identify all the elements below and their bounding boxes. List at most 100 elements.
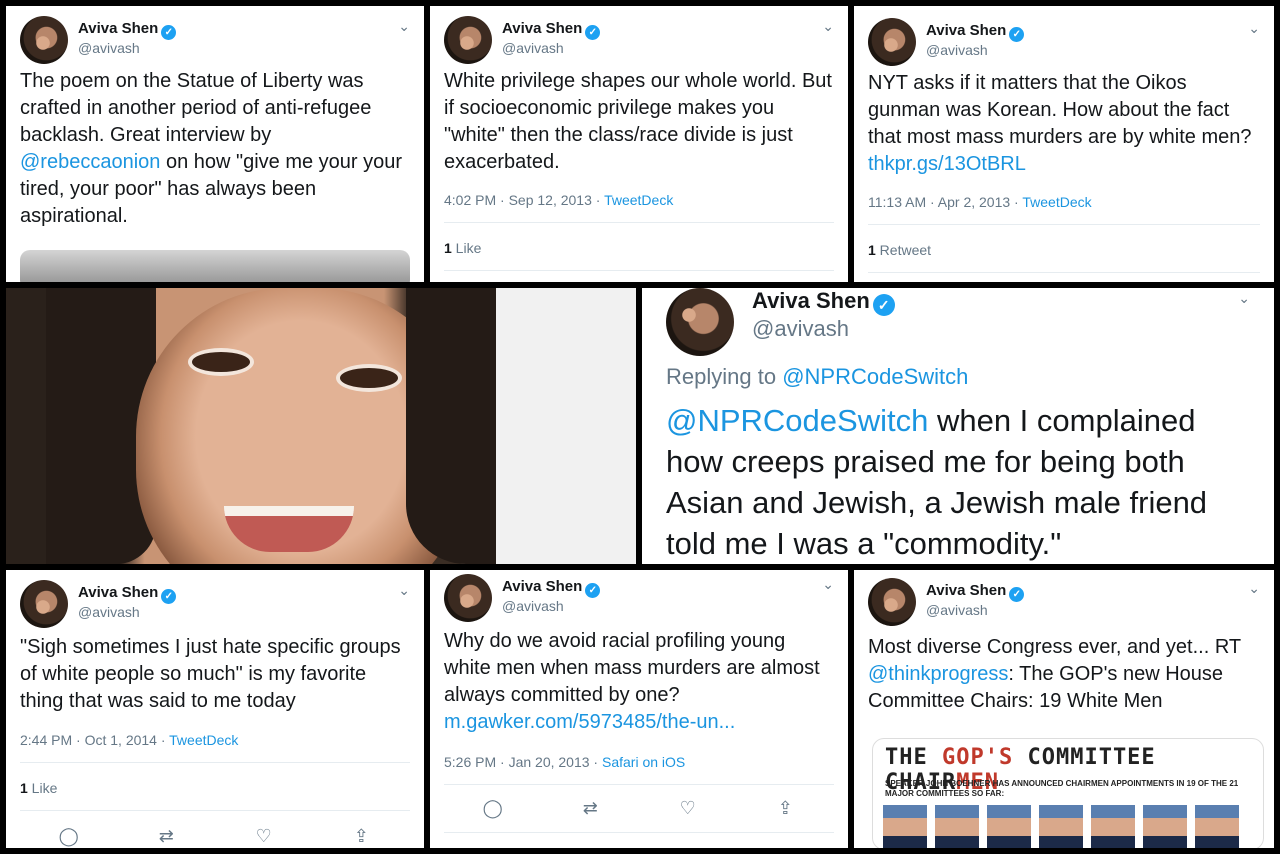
source-link[interactable]: TweetDeck <box>604 192 673 208</box>
avatar[interactable] <box>444 574 492 622</box>
hair <box>406 288 496 564</box>
author-name[interactable]: Aviva Shen ✓ <box>502 20 601 40</box>
heart-icon[interactable]: ♡ <box>676 796 700 820</box>
left-eye <box>188 348 254 376</box>
retweets-count[interactable]: 1 Retweet <box>868 242 931 258</box>
tweet-header: Aviva Shen ✓ @avivash ⌄ <box>444 574 834 624</box>
chevron-down-icon[interactable]: ⌄ <box>822 576 834 593</box>
avatar[interactable] <box>444 16 492 64</box>
tweet-card-3[interactable]: Aviva Shen ✓ @avivash ⌄ NYT asks if it ma… <box>854 6 1274 282</box>
mention-link[interactable]: @rebeccaonion <box>20 151 160 173</box>
likes-count[interactable]: 1 Like <box>444 240 481 256</box>
portrait <box>1091 805 1135 848</box>
portrait <box>1039 805 1083 848</box>
tweet-text: The poem on the Statue of Liberty was cr… <box>20 70 403 227</box>
author-handle[interactable]: @avivash <box>78 604 140 620</box>
tweet-header: Aviva Shen ✓ @avivash ⌄ <box>444 16 834 66</box>
avatar[interactable] <box>868 18 916 66</box>
image-subtitle: SPEAKER JOHN BOEHNER HAS ANNOUNCED CHAIR… <box>885 779 1239 798</box>
tweet-card-5[interactable]: Aviva Shen ✓ @avivash ⌄ "Sigh sometimes I… <box>6 570 424 848</box>
author-handle[interactable]: @avivash <box>78 40 140 56</box>
tweet-timestamp: 5:26 PM · Jan 20, 2013 · Safari on iOS <box>444 754 686 770</box>
retweet-icon[interactable]: ⇄ <box>154 824 178 848</box>
chevron-down-icon[interactable]: ⌄ <box>398 18 410 35</box>
author-handle[interactable]: @avivash <box>502 598 564 614</box>
retweet-icon[interactable]: ⇄ <box>578 796 602 820</box>
replying-to-link[interactable]: @NPRCodeSwitch <box>782 364 968 389</box>
chevron-down-icon[interactable]: ⌄ <box>1238 290 1250 307</box>
chevron-down-icon[interactable]: ⌄ <box>822 18 834 35</box>
likes-count[interactable]: 1 Like <box>20 780 57 796</box>
avatar[interactable] <box>20 580 68 628</box>
heart-icon[interactable]: ♡ <box>252 824 276 848</box>
mention-link[interactable]: @NPRCodeSwitch <box>666 403 928 438</box>
avatar[interactable] <box>868 578 916 626</box>
author-name[interactable]: Aviva Shen ✓ <box>502 578 601 598</box>
divider <box>444 270 834 271</box>
right-eye <box>336 364 402 392</box>
divider <box>20 810 410 811</box>
reply-icon[interactable]: ◯ <box>57 824 81 848</box>
source-link[interactable]: Safari on iOS <box>602 754 685 770</box>
tweet-card-2[interactable]: Aviva Shen ✓ @avivash ⌄ White privilege s… <box>430 6 848 282</box>
verified-check-icon: ✓ <box>585 25 601 40</box>
tweet-card-1[interactable]: Aviva Shen ✓ @avivash ⌄ The poem on the S… <box>6 6 424 282</box>
tweet-header: Aviva Shen ✓ @avivash ⌄ <box>20 16 410 66</box>
source-link[interactable]: TweetDeck <box>1022 194 1091 210</box>
divider <box>868 272 1260 273</box>
avatar[interactable] <box>666 288 734 356</box>
divider <box>444 784 834 785</box>
chevron-down-icon[interactable]: ⌄ <box>398 582 410 599</box>
action-bar: ◯ ⇄ ♡ ⇪ <box>444 796 834 820</box>
verified-check-icon: ✓ <box>161 25 177 40</box>
author-handle[interactable]: @avivash <box>926 602 988 618</box>
verified-check-icon: ✓ <box>161 589 177 604</box>
divider <box>20 762 410 763</box>
author-handle[interactable]: @avivash <box>502 40 564 56</box>
tweet-text: NYT asks if it matters that the Oikos gu… <box>868 72 1252 175</box>
share-icon[interactable]: ⇪ <box>349 824 373 848</box>
tweet-image[interactable] <box>20 250 410 282</box>
tweet-text: Most diverse Congress ever, and yet... R… <box>868 636 1241 712</box>
reply-icon[interactable]: ◯ <box>481 796 505 820</box>
portrait-row <box>883 805 1257 848</box>
author-name[interactable]: Aviva Shen ✓ <box>78 584 177 604</box>
tweet-timestamp: 2:44 PM · Oct 1, 2014 · TweetDeck <box>20 732 239 748</box>
source-link[interactable]: TweetDeck <box>169 732 238 748</box>
tweet-card-7[interactable]: Aviva Shen ✓ @avivash ⌄ Most diverse Cong… <box>854 570 1274 848</box>
portrait <box>1195 805 1239 848</box>
tweet-text: @NPRCodeSwitch when I complained how cre… <box>666 403 1208 561</box>
author-handle[interactable]: @avivash <box>752 316 849 342</box>
verified-check-icon: ✓ <box>1009 587 1025 602</box>
tweet-card-6[interactable]: Aviva Shen ✓ @avivash ⌄ Why do we avoid r… <box>430 570 848 848</box>
author-name[interactable]: Aviva Shen ✓ <box>752 288 895 316</box>
short-link[interactable]: m.gawker.com/5973485/the-un... <box>444 711 735 733</box>
verified-check-icon: ✓ <box>585 583 601 598</box>
avatar[interactable] <box>20 16 68 64</box>
portrait-photo <box>6 288 636 564</box>
short-link[interactable]: thkpr.gs/13OtBRL <box>868 153 1026 175</box>
author-name[interactable]: Aviva Shen ✓ <box>78 20 177 40</box>
portrait <box>987 805 1031 848</box>
share-icon[interactable]: ⇪ <box>773 796 797 820</box>
divider <box>444 832 834 833</box>
portrait <box>1143 805 1187 848</box>
author-handle[interactable]: @avivash <box>926 42 988 58</box>
tweet-text: Why do we avoid racial profiling young w… <box>444 630 820 733</box>
portrait <box>883 805 927 848</box>
portrait <box>935 805 979 848</box>
tweet-image[interactable]: THE GOP'S COMMITTEE CHAIRMEN SPEAKER JOH… <box>872 738 1264 848</box>
author-name[interactable]: Aviva Shen ✓ <box>926 22 1025 42</box>
chevron-down-icon[interactable]: ⌄ <box>1248 20 1260 37</box>
tweet-text: "Sigh sometimes I just hate specific gro… <box>20 636 401 712</box>
verified-check-icon: ✓ <box>872 294 895 316</box>
tweet-header: Aviva Shen ✓ @avivash ⌄ <box>868 18 1260 68</box>
tweet-card-4[interactable]: Aviva Shen ✓ @avivash ⌄ Replying to @NPRC… <box>642 288 1274 564</box>
tweet-header: Aviva Shen ✓ @avivash ⌄ <box>666 288 1250 356</box>
tweet-text: White privilege shapes our whole world. … <box>444 70 832 173</box>
chevron-down-icon[interactable]: ⌄ <box>1248 580 1260 597</box>
replying-to: Replying to @NPRCodeSwitch <box>666 364 969 389</box>
author-name[interactable]: Aviva Shen ✓ <box>926 582 1025 602</box>
divider <box>444 222 834 223</box>
mention-link[interactable]: @thinkprogress <box>868 663 1008 685</box>
